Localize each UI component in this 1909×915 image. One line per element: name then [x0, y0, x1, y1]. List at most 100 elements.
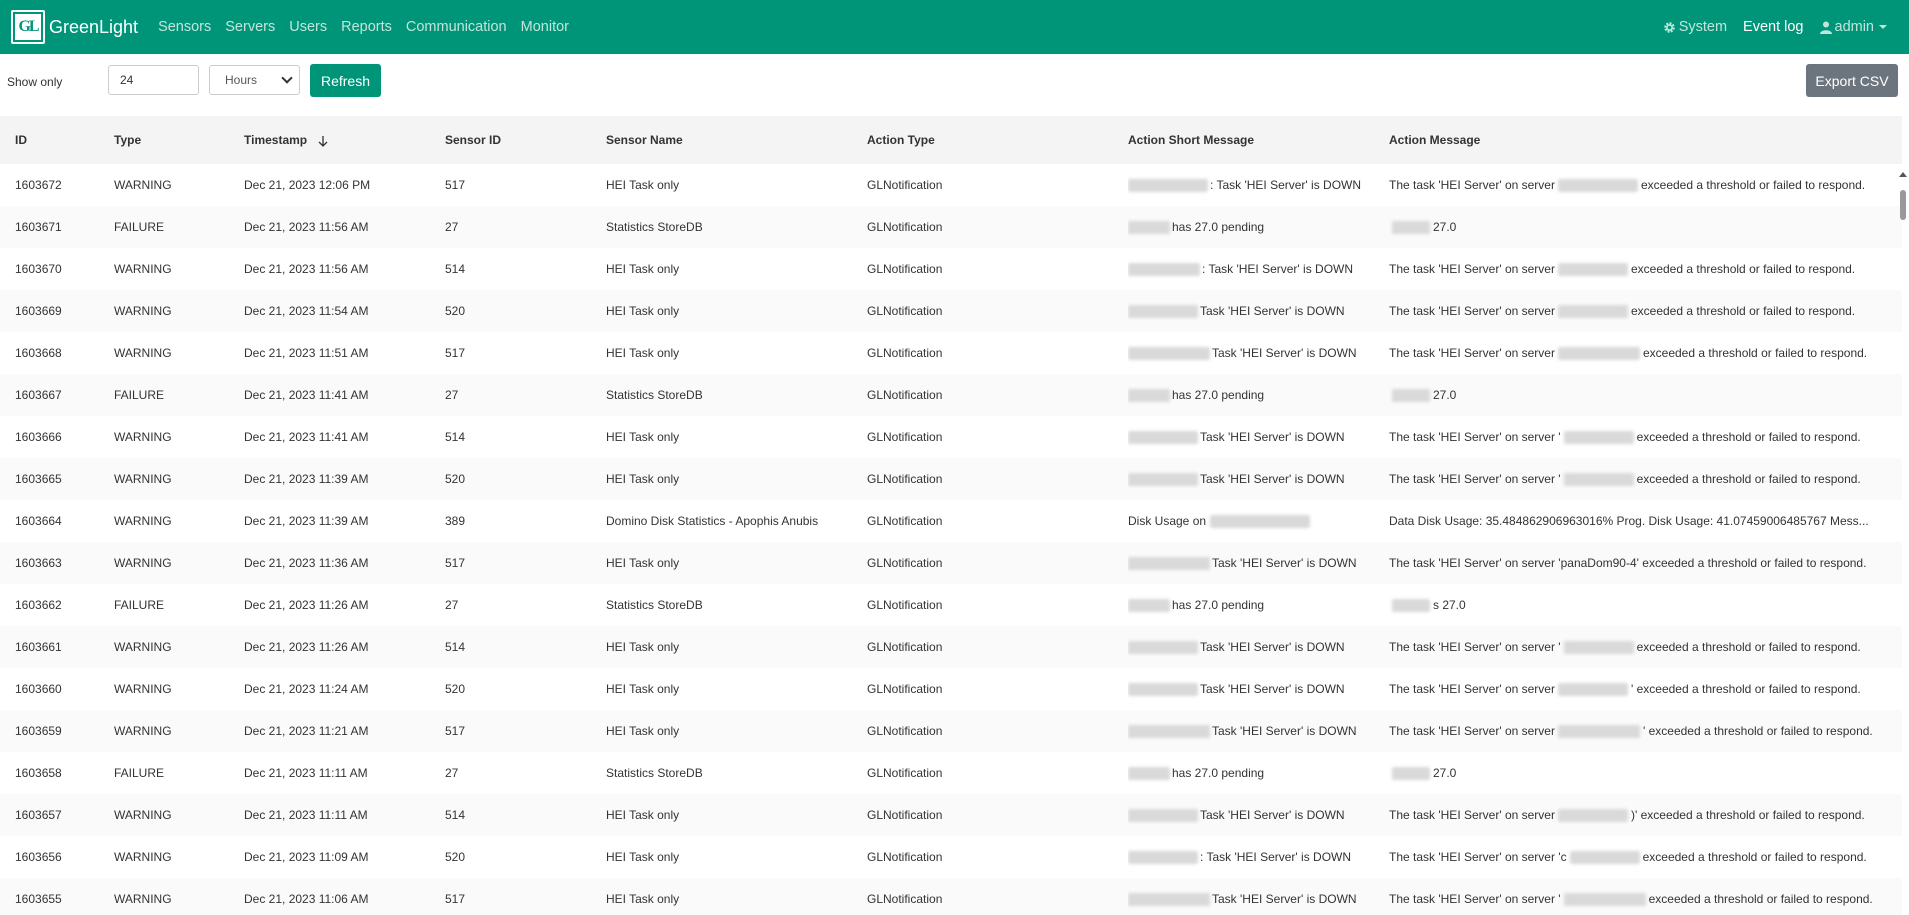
cell-action-type: GLNotification — [867, 850, 943, 864]
message-text: The task 'HEI Server' on server ' — [1389, 639, 1561, 654]
scroll-up-arrow-icon[interactable] — [1899, 172, 1907, 177]
cell-timestamp: Dec 21, 2023 11:26 AM — [244, 598, 369, 612]
redacted-text — [1557, 347, 1640, 361]
redacted-text — [1557, 179, 1638, 193]
vertical-scrollbar[interactable] — [1897, 170, 1909, 915]
nav-user-menu[interactable]: admin — [1819, 19, 1887, 35]
header-action-message[interactable]: Action Message — [1389, 116, 1902, 164]
table-row[interactable]: 1603669 WARNING Dec 21, 2023 11:54 AM 520 HE… — [0, 290, 1902, 332]
short-message-text: has 27.0 pending — [1172, 597, 1265, 612]
cell-timestamp: Dec 21, 2023 11:41 AM — [244, 388, 369, 402]
nav-reports[interactable]: Reports — [341, 19, 392, 35]
table-row[interactable]: 1603664 WARNING Dec 21, 2023 11:39 AM 389 Do… — [0, 500, 1902, 542]
cell-action-type: GLNotification — [867, 220, 943, 234]
table-row[interactable]: 1603667 FAILURE Dec 21, 2023 11:41 AM 27 Sta… — [0, 374, 1902, 416]
header-sensor-name[interactable]: Sensor Name — [606, 116, 867, 164]
message-text: ' exceeded a threshold or failed to resp… — [1642, 723, 1873, 738]
nav-sensors[interactable]: Sensors — [158, 19, 211, 35]
short-message-text: Task 'HEI Server' is DOWN — [1200, 681, 1345, 696]
gear-icon — [1663, 21, 1675, 33]
scrollbar-thumb[interactable] — [1900, 190, 1906, 220]
cell-action-message: The task 'HEI Server' on server exceeded … — [1389, 332, 1902, 374]
table-row[interactable]: 1603672 WARNING Dec 21, 2023 12:06 PM 517 HE… — [0, 164, 1902, 206]
message-text: The task 'HEI Server' on server 'panaDom… — [1389, 556, 1867, 570]
header-action-short-message[interactable]: Action Short Message — [1128, 116, 1389, 164]
redacted-text — [1557, 305, 1628, 319]
redacted-text — [1563, 431, 1634, 445]
table-row[interactable]: 1603665 WARNING Dec 21, 2023 11:39 AM 520 HE… — [0, 458, 1902, 500]
nav-servers[interactable]: Servers — [225, 19, 275, 35]
nav-event-log[interactable]: Event log — [1743, 19, 1803, 35]
message-text: exceeded a threshold or failed to respon… — [1636, 639, 1861, 654]
redacted-text — [1563, 473, 1634, 487]
cell-id: 1603662 — [15, 598, 62, 612]
message-text: The task 'HEI Server' on server — [1389, 681, 1555, 696]
cell-action-short-message: has 27.0 pending — [1128, 374, 1389, 416]
short-message-text: Task 'HEI Server' is DOWN — [1212, 723, 1357, 738]
cell-action-message: 27.0 — [1389, 374, 1902, 416]
message-text: exceeded a threshold or failed to respon… — [1648, 891, 1873, 906]
redacted-text — [1128, 725, 1210, 739]
short-message-text: Task 'HEI Server' is DOWN — [1212, 345, 1357, 360]
cell-type: FAILURE — [114, 598, 165, 612]
cell-id: 1603667 — [15, 388, 62, 402]
header-timestamp[interactable]: Timestamp — [244, 116, 445, 164]
cell-sensor-name: HEI Task only — [606, 346, 680, 360]
brand[interactable]: GL GreenLight — [11, 10, 138, 44]
table-row[interactable]: 1603656 WARNING Dec 21, 2023 11:09 AM 520 HE… — [0, 836, 1902, 878]
cell-timestamp: Dec 21, 2023 11:56 AM — [244, 220, 369, 234]
header-id[interactable]: ID — [0, 116, 114, 164]
message-text: The task 'HEI Server' on server ' — [1389, 429, 1561, 444]
cell-type: WARNING — [114, 556, 172, 570]
cell-action-type: GLNotification — [867, 556, 943, 570]
table-row[interactable]: 1603666 WARNING Dec 21, 2023 11:41 AM 514 HE… — [0, 416, 1902, 458]
cell-timestamp: Dec 21, 2023 11:56 AM — [244, 262, 369, 276]
table-row[interactable]: 1603670 WARNING Dec 21, 2023 11:56 AM 514 HE… — [0, 248, 1902, 290]
table-row[interactable]: 1603661 WARNING Dec 21, 2023 11:26 AM 514 HE… — [0, 626, 1902, 668]
cell-action-type: GLNotification — [867, 766, 943, 780]
header-type[interactable]: Type — [114, 116, 244, 164]
cell-action-message: The task 'HEI Server' on server ' exceede… — [1389, 668, 1902, 710]
table-row[interactable]: 1603655 WARNING Dec 21, 2023 11:06 AM 517 HE… — [0, 878, 1902, 915]
table-row[interactable]: 1603663 WARNING Dec 21, 2023 11:36 AM 517 HE… — [0, 542, 1902, 584]
cell-id: 1603660 — [15, 682, 62, 696]
cell-type: WARNING — [114, 262, 172, 276]
cell-action-message: The task 'HEI Server' on server ' exceede… — [1389, 710, 1902, 752]
message-text: )' exceeded a threshold or failed to res… — [1630, 807, 1865, 822]
cell-type: WARNING — [114, 304, 172, 318]
cell-action-short-message: : Task 'HEI Server' is DOWN — [1128, 836, 1389, 878]
cell-id: 1603659 — [15, 724, 62, 738]
cell-sensor-name: HEI Task only — [606, 472, 680, 486]
export-csv-button[interactable]: Export CSV — [1806, 64, 1898, 97]
message-text: The task 'HEI Server' on server — [1389, 177, 1555, 192]
nav-communication[interactable]: Communication — [406, 19, 507, 35]
refresh-button[interactable]: Refresh — [310, 64, 381, 97]
table-row[interactable]: 1603657 WARNING Dec 21, 2023 11:11 AM 514 HE… — [0, 794, 1902, 836]
cell-sensor-name: HEI Task only — [606, 262, 680, 276]
cell-timestamp: Dec 21, 2023 11:41 AM — [244, 430, 369, 444]
cell-action-short-message: : Task 'HEI Server' is DOWN — [1128, 164, 1389, 206]
cell-action-message: The task 'HEI Server' on server ' exceede… — [1389, 458, 1902, 500]
time-amount-input[interactable] — [108, 65, 199, 95]
redacted-text — [1128, 641, 1198, 655]
cell-id: 1603666 — [15, 430, 62, 444]
nav-system[interactable]: System — [1663, 19, 1727, 35]
header-sensor-id[interactable]: Sensor ID — [445, 116, 606, 164]
redacted-text — [1128, 473, 1198, 487]
nav-users[interactable]: Users — [289, 19, 327, 35]
table-row[interactable]: 1603658 FAILURE Dec 21, 2023 11:11 AM 27 Sta… — [0, 752, 1902, 794]
header-action-type[interactable]: Action Type — [867, 116, 1128, 164]
table-row[interactable]: 1603662 FAILURE Dec 21, 2023 11:26 AM 27 Sta… — [0, 584, 1902, 626]
table-row[interactable]: 1603668 WARNING Dec 21, 2023 11:51 AM 517 HE… — [0, 332, 1902, 374]
message-text: Data Disk Usage: 35.484862906963016% Pro… — [1389, 514, 1869, 528]
table-row[interactable]: 1603659 WARNING Dec 21, 2023 11:21 AM 517 HE… — [0, 710, 1902, 752]
cell-id: 1603655 — [15, 892, 62, 906]
nav-monitor[interactable]: Monitor — [521, 19, 569, 35]
message-text: The task 'HEI Server' on server — [1389, 345, 1555, 360]
cell-sensor-name: Statistics StoreDB — [606, 220, 703, 234]
message-text: The task 'HEI Server' on server — [1389, 261, 1555, 276]
redacted-text — [1210, 515, 1311, 529]
table-row[interactable]: 1603671 FAILURE Dec 21, 2023 11:56 AM 27 Sta… — [0, 206, 1902, 248]
time-unit-select[interactable]: Hours — [209, 65, 300, 95]
table-row[interactable]: 1603660 WARNING Dec 21, 2023 11:24 AM 520 HE… — [0, 668, 1902, 710]
